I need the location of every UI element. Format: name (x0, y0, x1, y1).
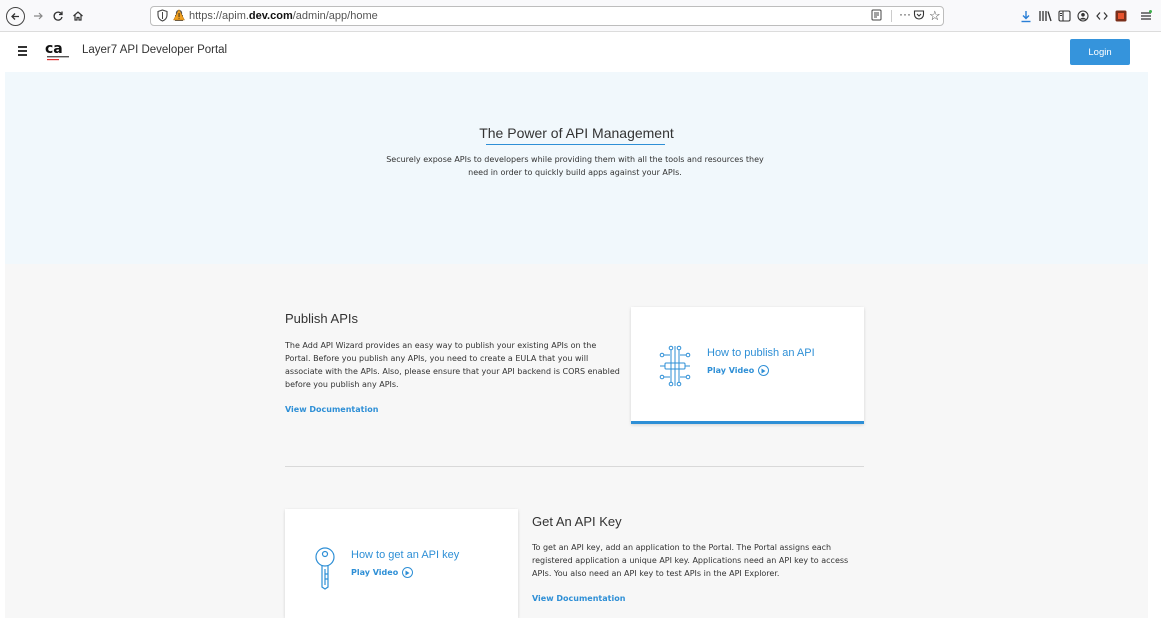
login-button[interactable]: Login (1070, 39, 1130, 65)
url-prefix: https://apim. (189, 10, 249, 22)
app-header: ca Layer7 API Developer Portal Login (0, 33, 1161, 72)
logo-text: ca (45, 41, 63, 57)
url-text[interactable]: https://apim.dev.com/admin/app/home (189, 10, 378, 22)
key-icon (314, 547, 336, 595)
browser-toolbar: https://apim.dev.com/admin/app/home ··· … (0, 0, 1161, 32)
api-key-video-title[interactable]: How to get an API key (351, 549, 459, 561)
publish-video-card[interactable]: How to publish an API Play Video (631, 307, 864, 424)
api-key-heading: Get An API Key (532, 514, 622, 529)
url-bar[interactable]: https://apim.dev.com/admin/app/home ··· … (150, 6, 944, 26)
hero-banner: The Power of API Management Securely exp… (5, 72, 1148, 264)
forward-icon[interactable] (28, 6, 48, 26)
hero-subtitle: Securely expose APIs to developers while… (386, 155, 764, 177)
extension-icon[interactable] (1113, 8, 1129, 24)
url-separator (891, 10, 892, 22)
publish-video-title[interactable]: How to publish an API (707, 347, 815, 359)
api-key-description: To get an API key, add an application to… (532, 543, 849, 578)
pocket-icon[interactable] (913, 9, 925, 24)
publish-play-video-label: Play Video (707, 366, 755, 375)
api-key-play-video-label: Play Video (351, 568, 399, 577)
reload-icon[interactable] (48, 6, 68, 26)
publish-play-video-link[interactable]: Play Video (707, 365, 770, 376)
play-icon (402, 567, 414, 578)
api-key-play-video-link[interactable]: Play Video (351, 567, 414, 578)
more-actions-icon[interactable]: ··· (899, 7, 911, 21)
devtools-icon[interactable] (1094, 8, 1110, 24)
menu-icon[interactable] (1138, 8, 1154, 24)
section-divider (285, 466, 864, 467)
hero-title: The Power of API Management (479, 125, 674, 141)
url-domain: dev.com (248, 10, 293, 22)
api-key-view-documentation-link[interactable]: View Documentation (532, 594, 625, 603)
star-icon[interactable]: ☆ (929, 8, 941, 24)
download-icon[interactable] (1018, 8, 1034, 24)
reader-icon[interactable] (871, 9, 882, 24)
ca-logo[interactable]: ca (44, 40, 72, 64)
account-icon[interactable] (1075, 8, 1091, 24)
publish-apis-heading: Publish APIs (285, 311, 358, 326)
play-icon (758, 365, 770, 376)
publish-view-documentation-link[interactable]: View Documentation (285, 405, 378, 414)
url-path: /admin/app/home (292, 10, 378, 22)
api-key-video-card[interactable]: How to get an API key Play Video (285, 509, 518, 618)
features-section: Publish APIs The Add API Wizard provides… (5, 264, 1148, 618)
back-icon[interactable] (6, 7, 25, 26)
sidebar-icon[interactable] (1056, 8, 1072, 24)
lock-icon[interactable] (173, 8, 185, 25)
publish-apis-description: The Add API Wizard provides an easy way … (285, 341, 620, 389)
library-icon[interactable] (1037, 8, 1053, 24)
card-accent-bar (631, 421, 864, 424)
circuit-icon (659, 345, 691, 391)
app-title: Layer7 API Developer Portal (82, 44, 228, 56)
hero-title-underline (486, 144, 665, 145)
hamburger-icon[interactable] (18, 46, 27, 56)
home-icon[interactable] (68, 6, 88, 26)
shield-icon[interactable] (157, 9, 168, 25)
